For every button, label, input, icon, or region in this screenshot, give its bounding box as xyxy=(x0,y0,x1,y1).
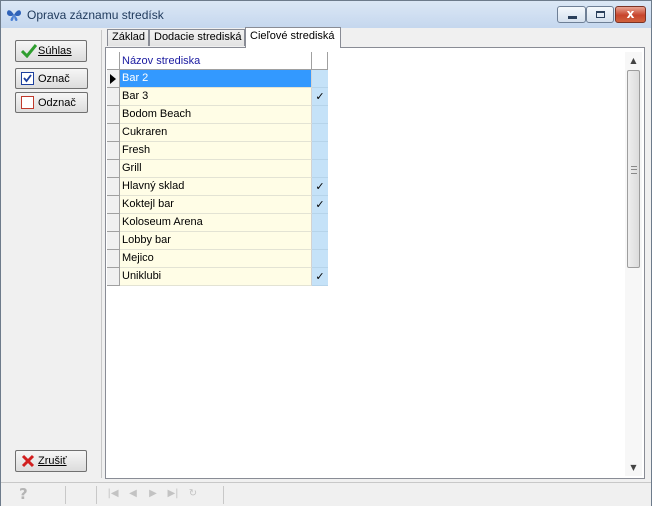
cell-nazov-strediska[interactable]: Grill xyxy=(120,160,312,178)
cell-check[interactable] xyxy=(312,70,328,88)
dialog-window: Oprava záznamu stredísk x Súhlas Označ O… xyxy=(0,0,652,506)
header-corner xyxy=(107,52,120,70)
status-bar: ? |◀ ◀ ▶ ▶| ↻ xyxy=(1,482,651,506)
select-all-label: Označ xyxy=(38,72,70,85)
row-selector[interactable] xyxy=(107,178,120,196)
cell-nazov-strediska[interactable]: Mejico xyxy=(120,250,312,268)
row-selector[interactable] xyxy=(107,124,120,142)
checked-box-icon xyxy=(21,71,35,86)
table-row[interactable]: Cukraren xyxy=(107,124,328,142)
title-bar[interactable]: Oprava záznamu stredísk x xyxy=(1,1,651,28)
column-header-name[interactable]: Názov strediska xyxy=(120,52,312,70)
last-record-icon[interactable]: ▶| xyxy=(167,488,179,500)
left-panel: Súhlas Označ Odznač Zrušiť xyxy=(7,30,102,478)
butterfly-icon xyxy=(7,10,21,21)
table-row[interactable]: Bodom Beach xyxy=(107,106,328,124)
cell-check[interactable] xyxy=(312,142,328,160)
cell-nazov-strediska[interactable]: Lobby bar xyxy=(120,232,312,250)
cell-nazov-strediska[interactable]: Koktejl bar xyxy=(120,196,312,214)
checkmark-icon xyxy=(20,44,38,59)
first-record-icon[interactable]: |◀ xyxy=(107,488,119,500)
scroll-thumb[interactable] xyxy=(627,70,640,268)
tab-cielove-strediska[interactable]: Cieľové strediská xyxy=(245,27,341,48)
close-icon: x xyxy=(626,7,635,21)
select-all-button[interactable]: Označ xyxy=(15,68,88,89)
cell-check[interactable]: ✓ xyxy=(312,196,328,214)
grid-header: Názov strediska xyxy=(107,52,328,70)
deselect-all-button[interactable]: Odznač xyxy=(15,92,88,113)
table-row[interactable]: Bar 3 ✓ xyxy=(107,88,328,106)
tab-zaklad[interactable]: Základ xyxy=(107,29,149,46)
row-selector[interactable] xyxy=(107,196,120,214)
prev-record-icon[interactable]: ◀ xyxy=(127,488,139,500)
status-divider xyxy=(96,486,97,504)
cell-check[interactable] xyxy=(312,214,328,232)
cancel-button[interactable]: Zrušiť xyxy=(15,450,87,472)
cell-nazov-strediska[interactable]: Bar 3 xyxy=(120,88,312,106)
minimize-icon xyxy=(568,16,577,19)
row-selector[interactable] xyxy=(107,160,120,178)
close-button[interactable]: x xyxy=(615,6,646,23)
row-selector[interactable] xyxy=(107,214,120,232)
row-selector[interactable] xyxy=(107,268,120,286)
minimize-button[interactable] xyxy=(557,6,586,23)
column-header-check[interactable] xyxy=(312,52,328,70)
tab-dodacie-strediska[interactable]: Dodacie strediská xyxy=(149,29,245,46)
tab-content-panel: Názov strediska Bar 2 Bar 3 ✓ Bodom Beach Cu… xyxy=(105,47,645,479)
maximize-button[interactable] xyxy=(586,6,614,23)
table-row[interactable]: Koloseum Arena xyxy=(107,214,328,232)
table-row[interactable]: Mejico xyxy=(107,250,328,268)
cell-check[interactable] xyxy=(312,106,328,124)
row-selector[interactable] xyxy=(107,232,120,250)
cancel-label: Zrušiť xyxy=(38,455,67,467)
cell-nazov-strediska[interactable]: Cukraren xyxy=(120,124,312,142)
maximize-icon xyxy=(596,11,605,18)
cell-check[interactable] xyxy=(312,160,328,178)
scroll-down-icon[interactable]: ▼ xyxy=(625,459,642,476)
cell-nazov-strediska[interactable]: Koloseum Arena xyxy=(120,214,312,232)
cell-check[interactable] xyxy=(312,124,328,142)
table-row[interactable]: Fresh xyxy=(107,142,328,160)
refresh-icon[interactable]: ↻ xyxy=(187,488,199,500)
status-divider xyxy=(65,486,66,504)
row-selector[interactable] xyxy=(107,88,120,106)
confirm-button[interactable]: Súhlas xyxy=(15,40,87,62)
row-selector[interactable] xyxy=(107,70,120,88)
cell-check[interactable] xyxy=(312,232,328,250)
row-selector[interactable] xyxy=(107,106,120,124)
row-selector[interactable] xyxy=(107,142,120,160)
cell-nazov-strediska[interactable]: Bodom Beach xyxy=(120,106,312,124)
unchecked-box-icon xyxy=(21,95,35,110)
table-row[interactable]: Bar 2 xyxy=(107,70,328,88)
red-x-icon xyxy=(21,454,35,468)
cell-nazov-strediska[interactable]: Hlavný sklad xyxy=(120,178,312,196)
cell-nazov-strediska[interactable]: Fresh xyxy=(120,142,312,160)
current-row-arrow-icon xyxy=(110,74,116,84)
cell-nazov-strediska[interactable]: Bar 2 xyxy=(120,70,312,88)
status-divider xyxy=(223,486,224,504)
next-record-icon[interactable]: ▶ xyxy=(147,488,159,500)
window-title: Oprava záznamu stredísk xyxy=(27,8,164,22)
cell-check[interactable]: ✓ xyxy=(312,178,328,196)
table-row[interactable]: Hlavný sklad ✓ xyxy=(107,178,328,196)
vertical-scrollbar[interactable]: ▲ ▼ xyxy=(625,52,642,476)
grip-icon xyxy=(631,166,637,174)
deselect-all-label: Odznač xyxy=(38,96,76,109)
cell-check[interactable]: ✓ xyxy=(312,88,328,106)
table-row[interactable]: Uniklubi ✓ xyxy=(107,268,328,286)
cell-check[interactable]: ✓ xyxy=(312,268,328,286)
cell-nazov-strediska[interactable]: Uniklubi xyxy=(120,268,312,286)
row-selector[interactable] xyxy=(107,250,120,268)
help-icon[interactable]: ? xyxy=(19,486,33,502)
table-row[interactable]: Lobby bar xyxy=(107,232,328,250)
scroll-up-icon[interactable]: ▲ xyxy=(625,52,642,69)
confirm-label: Súhlas xyxy=(38,45,72,57)
cell-check[interactable] xyxy=(312,250,328,268)
table-row[interactable]: Grill xyxy=(107,160,328,178)
table-row[interactable]: Koktejl bar ✓ xyxy=(107,196,328,214)
